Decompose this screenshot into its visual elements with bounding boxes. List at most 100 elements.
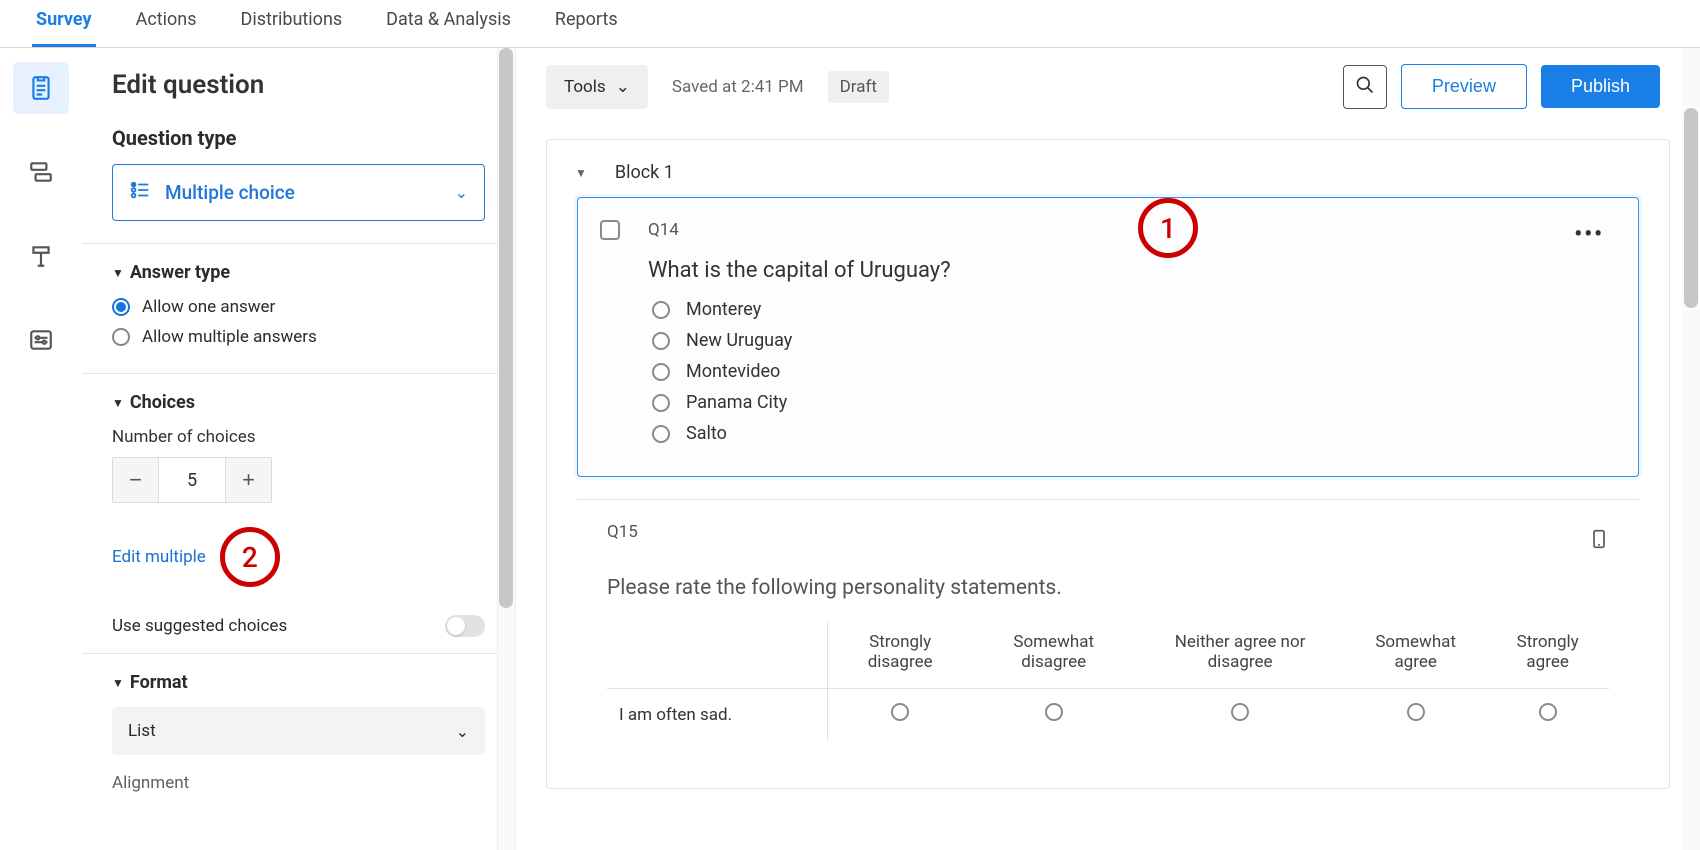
- question-select-checkbox[interactable]: [600, 220, 620, 240]
- choice-row[interactable]: Montevideo: [648, 361, 1542, 382]
- format-select[interactable]: List ⌄: [112, 707, 485, 755]
- edit-multiple-link[interactable]: Edit multiple: [112, 547, 206, 567]
- use-suggested-label: Use suggested choices: [112, 616, 287, 636]
- radio-allow-one-label: Allow one answer: [142, 297, 275, 317]
- stepper-increment[interactable]: +: [225, 458, 271, 502]
- radio-allow-one[interactable]: Allow one answer: [112, 297, 485, 317]
- radio-icon: [652, 301, 670, 319]
- preview-button[interactable]: Preview: [1401, 64, 1527, 109]
- search-button[interactable]: [1343, 65, 1387, 109]
- canvas-scrollbar-track[interactable]: [1682, 48, 1700, 850]
- top-nav: Survey Actions Distributions Data & Anal…: [0, 0, 1700, 48]
- question-type-heading: Question type: [112, 126, 485, 150]
- matrix-statement[interactable]: I am often sad.: [607, 689, 827, 741]
- tools-menu[interactable]: Tools ⌄: [546, 65, 648, 109]
- choice-row[interactable]: Salto: [648, 423, 1542, 444]
- panel-scrollbar-thumb[interactable]: [499, 48, 513, 608]
- matrix-radio[interactable]: [1231, 703, 1249, 721]
- tab-survey[interactable]: Survey: [32, 0, 96, 47]
- choice-row[interactable]: Monterey: [648, 299, 1542, 320]
- answer-type-label: Answer type: [130, 262, 230, 283]
- multiple-choice-icon: [129, 179, 151, 206]
- choice-row[interactable]: Panama City: [648, 392, 1542, 413]
- matrix-table: Strongly disagree Somewhat disagree Neit…: [607, 622, 1609, 740]
- choices-stepper: − 5 +: [112, 457, 272, 503]
- alignment-label: Alignment: [112, 773, 485, 793]
- choices-heading[interactable]: ▼ Choices: [112, 392, 485, 413]
- block-collapse-toggle[interactable]: ▼: [575, 166, 587, 180]
- radio-allow-multiple-label: Allow multiple answers: [142, 327, 317, 347]
- tab-data-analysis[interactable]: Data & Analysis: [382, 0, 515, 47]
- answer-type-heading[interactable]: ▼ Answer type: [112, 262, 485, 283]
- rail-builder-icon[interactable]: [13, 62, 69, 114]
- caret-down-icon: ▼: [112, 676, 124, 690]
- choice-row[interactable]: New Uruguay: [648, 330, 1542, 351]
- matrix-header: Strongly agree: [1486, 622, 1609, 689]
- rail-flow-icon[interactable]: [13, 146, 69, 198]
- panel-scrollbar-track[interactable]: [497, 48, 515, 850]
- question-type-value: Multiple choice: [165, 181, 295, 204]
- matrix-header: Somewhat disagree: [972, 622, 1135, 689]
- radio-icon: [652, 332, 670, 350]
- chevron-down-icon: ⌄: [455, 183, 468, 202]
- chevron-down-icon: ⌄: [456, 722, 469, 741]
- saved-status: Saved at 2:41 PM: [672, 77, 804, 97]
- caret-down-icon: ▼: [112, 266, 124, 280]
- tab-distributions[interactable]: Distributions: [237, 0, 347, 47]
- radio-allow-multiple[interactable]: Allow multiple answers: [112, 327, 485, 347]
- radio-icon: [652, 363, 670, 381]
- canvas-scrollbar-thumb[interactable]: [1684, 108, 1698, 308]
- rail-options-icon[interactable]: [13, 314, 69, 366]
- question-number: Q14: [648, 220, 1542, 240]
- matrix-radio[interactable]: [891, 703, 909, 721]
- search-icon: [1355, 75, 1375, 99]
- format-heading[interactable]: ▼ Format: [112, 672, 485, 693]
- question-text[interactable]: Please rate the following personality st…: [607, 576, 1609, 600]
- matrix-radio[interactable]: [1045, 703, 1063, 721]
- caret-down-icon: ▼: [112, 396, 124, 410]
- matrix-radio[interactable]: [1539, 703, 1557, 721]
- question-text[interactable]: What is the capital of Uruguay?: [648, 258, 1542, 283]
- question-number: Q15: [607, 522, 638, 542]
- radio-icon: [112, 328, 130, 346]
- choices-label: Choices: [130, 392, 195, 413]
- radio-icon: [652, 425, 670, 443]
- stepper-value: 5: [159, 458, 225, 502]
- chevron-down-icon: ⌄: [616, 77, 630, 97]
- mobile-icon: [1589, 525, 1609, 557]
- block-title: Block 1: [615, 162, 674, 183]
- panel-heading: Edit question: [112, 70, 485, 100]
- tools-label: Tools: [564, 77, 606, 97]
- format-select-value: List: [128, 721, 156, 741]
- radio-icon: [112, 298, 130, 316]
- question-q14[interactable]: Q14 What is the capital of Uruguay? Mont…: [577, 197, 1639, 477]
- choice-label: Monterey: [686, 299, 761, 320]
- survey-canvas: Tools ⌄ Saved at 2:41 PM Draft Preview P…: [516, 48, 1700, 850]
- question-more-menu[interactable]: •••: [1570, 220, 1608, 249]
- format-label: Format: [130, 672, 188, 693]
- use-suggested-toggle[interactable]: [445, 615, 485, 637]
- number-of-choices-label: Number of choices: [112, 427, 485, 447]
- question-type-select[interactable]: Multiple choice ⌄: [112, 164, 485, 221]
- question-q15[interactable]: Q15 Please rate the following personalit…: [577, 499, 1639, 762]
- matrix-header: Somewhat agree: [1345, 622, 1486, 689]
- choice-label: New Uruguay: [686, 330, 792, 351]
- tab-actions[interactable]: Actions: [132, 0, 201, 47]
- publish-button[interactable]: Publish: [1541, 65, 1660, 108]
- choice-label: Panama City: [686, 392, 787, 413]
- matrix-header: Strongly disagree: [828, 622, 972, 689]
- tab-reports[interactable]: Reports: [551, 0, 622, 47]
- matrix-header: Neither agree nor disagree: [1135, 622, 1345, 689]
- annotation-2: 2: [220, 527, 280, 587]
- block-1: ▼ Block 1 Q14 What is the capital of Uru…: [546, 139, 1670, 789]
- icon-rail: [0, 48, 82, 850]
- radio-icon: [652, 394, 670, 412]
- draft-badge: Draft: [828, 71, 889, 103]
- choice-label: Salto: [686, 423, 727, 444]
- rail-look-feel-icon[interactable]: [13, 230, 69, 282]
- stepper-decrement[interactable]: −: [113, 458, 159, 502]
- edit-panel: Edit question Question type Multiple cho…: [82, 48, 516, 850]
- canvas-toolbar: Tools ⌄ Saved at 2:41 PM Draft Preview P…: [516, 48, 1700, 121]
- matrix-radio[interactable]: [1407, 703, 1425, 721]
- choice-label: Montevideo: [686, 361, 780, 382]
